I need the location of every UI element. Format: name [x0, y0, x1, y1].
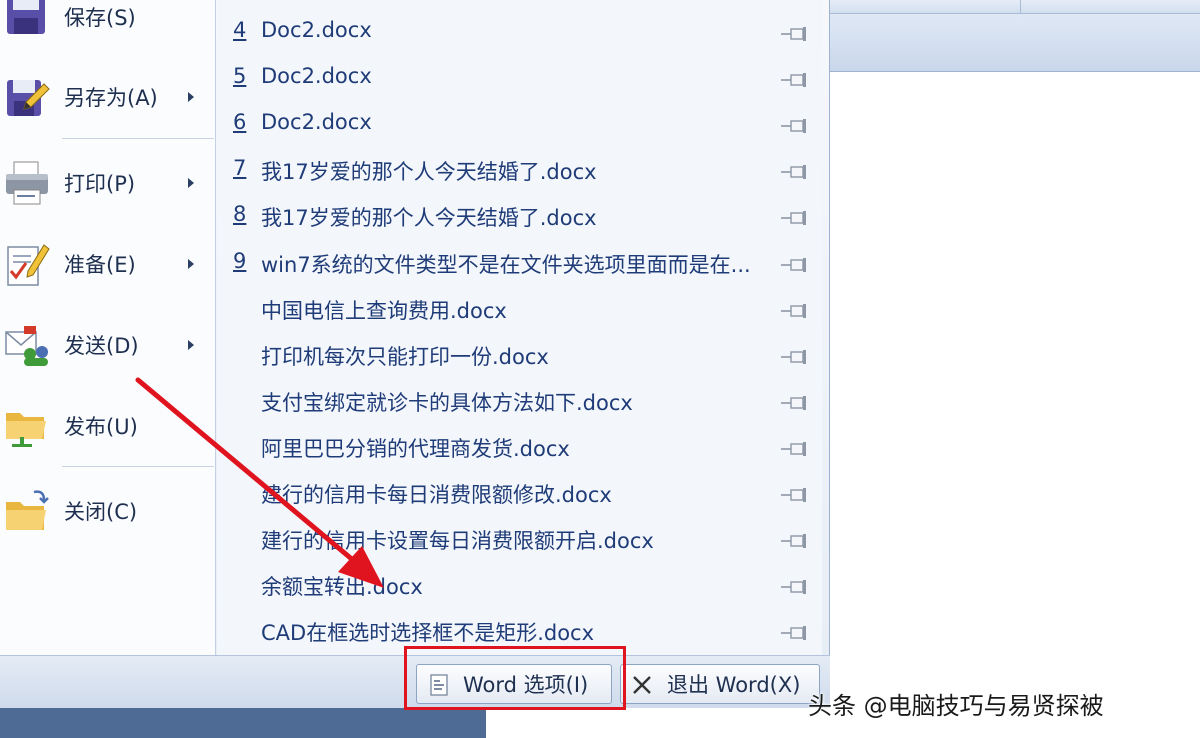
submenu-arrow-icon [188, 259, 194, 269]
recent-document-number: 5 [233, 64, 247, 89]
recent-document-name: 余额宝转出.docx [261, 575, 423, 600]
recent-document-item[interactable]: 建行的信用卡设置每日消费限额开启.docx [217, 517, 822, 563]
recent-document-name: 阿里巴巴分销的代理商发货.docx [261, 436, 570, 461]
office-menu: 保存(S) 另存为(A) 打印(P) 准备(E) 发送(D) 发布(U) 关闭(… [0, 0, 830, 708]
pin-icon[interactable] [779, 163, 809, 181]
annotation-highlight-box [404, 646, 626, 710]
close-folder-icon [6, 490, 49, 530]
recent-document-name: 建行的信用卡每日消费限额修改.docx [261, 483, 612, 507]
pin-icon[interactable] [779, 394, 809, 412]
menu-item-prepare[interactable]: 准备(E) [0, 229, 216, 299]
recent-document-number: 8 [233, 202, 247, 227]
recent-document-item[interactable]: 打印机每次只能打印一份.docx [217, 333, 822, 379]
recent-document-number: 7 [233, 156, 247, 181]
background-ribbon [830, 14, 1200, 72]
recent-documents-list: 4 Doc2.docx 5 Doc2.docx 6 Doc2.docx 7 我17岁爱的那个人… [217, 0, 822, 655]
pin-icon[interactable] [779, 486, 809, 504]
submenu-arrow-icon [188, 178, 194, 188]
pin-icon[interactable] [779, 117, 809, 135]
recent-document-item[interactable]: 阿里巴巴分销的代理商发货.docx [217, 425, 822, 471]
menu-item-label: 打印(P) [64, 172, 136, 196]
menu-item-close[interactable]: 关闭(C) [0, 476, 216, 546]
exit-word-button[interactable]: 退出 Word(X) [620, 664, 820, 704]
recent-document-item[interactable]: 8 我17岁爱的那个人今天结婚了.docx [217, 194, 822, 240]
pin-icon[interactable] [779, 256, 809, 274]
submenu-arrow-icon [188, 340, 194, 350]
background-tab-separator [1020, 0, 1021, 14]
menu-item-print[interactable]: 打印(P) [0, 148, 216, 218]
background-document-area [830, 72, 1200, 672]
submenu-arrow-icon [188, 92, 194, 102]
recent-document-item[interactable]: 5 Doc2.docx [217, 56, 822, 102]
pin-icon[interactable] [779, 532, 809, 550]
recent-document-item[interactable]: 4 Doc2.docx [217, 10, 822, 56]
menu-item-label: 准备(E) [64, 253, 136, 277]
menu-item-save-as[interactable]: 另存为(A) [0, 62, 216, 132]
menu-item-label: 发布(U) [64, 415, 138, 439]
pin-icon[interactable] [779, 209, 809, 227]
recent-document-name: 支付宝绑定就诊卡的具体方法如下.docx [261, 390, 633, 415]
exit-word-label: 退出 Word(X) [667, 673, 801, 697]
pin-icon[interactable] [779, 624, 809, 642]
pin-icon[interactable] [779, 25, 809, 43]
recent-document-name: Doc2.docx [261, 64, 372, 89]
recent-document-name: 我17岁爱的那个人今天结婚了.docx [261, 206, 597, 231]
recent-document-item[interactable]: 7 我17岁爱的那个人今天结婚了.docx [217, 148, 822, 194]
menu-item-label: 发送(D) [64, 334, 139, 358]
background-status-bar [0, 708, 486, 738]
menu-item-send[interactable]: 发送(D) [0, 310, 216, 380]
recent-document-name: 我17岁爱的那个人今天结婚了.docx [261, 160, 597, 185]
menu-item-label: 保存(S) [64, 6, 136, 30]
recent-document-name: CAD在框选时选择框不是矩形.docx [261, 621, 595, 646]
menu-item-label: 另存为(A) [64, 86, 158, 110]
recent-document-number: 9 [233, 248, 247, 273]
recent-document-item[interactable]: 9 win7系统的文件类型不是在文件夹选项里面而是在... [217, 241, 822, 287]
menu-separator [62, 138, 214, 139]
recent-document-number: 4 [233, 18, 247, 42]
pin-icon[interactable] [779, 302, 809, 320]
menu-separator [62, 466, 214, 467]
menu-item-label: 关闭(C) [64, 500, 138, 524]
pin-icon[interactable] [779, 578, 809, 596]
menu-item-save[interactable]: 保存(S) [0, 0, 216, 52]
close-x-icon [633, 676, 651, 694]
recent-document-name: Doc2.docx [261, 18, 372, 42]
recent-document-item[interactable]: 建行的信用卡每日消费限额修改.docx [217, 471, 822, 517]
menu-item-publish[interactable]: 发布(U) [0, 391, 216, 461]
printer-icon [6, 161, 48, 205]
publish-icon [6, 413, 46, 447]
background-ribbon-tabs [830, 0, 1200, 14]
watermark-text: 头条 @电脑技巧与易贤探被 [808, 692, 1104, 720]
prepare-icon [7, 244, 50, 286]
pin-icon[interactable] [779, 348, 809, 366]
pin-icon[interactable] [779, 71, 809, 89]
recent-document-item[interactable]: 支付宝绑定就诊卡的具体方法如下.docx [217, 379, 822, 425]
recent-document-item[interactable]: 6 Doc2.docx [217, 102, 822, 148]
recent-document-name: 中国电信上查询费用.docx [261, 298, 507, 323]
recent-document-item[interactable]: 中国电信上查询费用.docx [217, 287, 822, 333]
save-as-icon [7, 80, 50, 116]
office-menu-commands: 保存(S) 另存为(A) 打印(P) 准备(E) 发送(D) 发布(U) 关闭(… [0, 0, 216, 655]
save-icon [7, 0, 45, 34]
recent-document-item[interactable]: 余额宝转出.docx [217, 563, 822, 609]
recent-document-name: 打印机每次只能打印一份.docx [261, 344, 549, 369]
recent-document-number: 6 [233, 110, 247, 135]
recent-document-name: 建行的信用卡设置每日消费限额开启.docx [261, 529, 654, 554]
send-icon [5, 326, 48, 366]
pin-icon[interactable] [779, 440, 809, 458]
recent-document-name: win7系统的文件类型不是在文件夹选项里面而是在... [261, 252, 751, 277]
recent-document-name: Doc2.docx [261, 110, 372, 135]
